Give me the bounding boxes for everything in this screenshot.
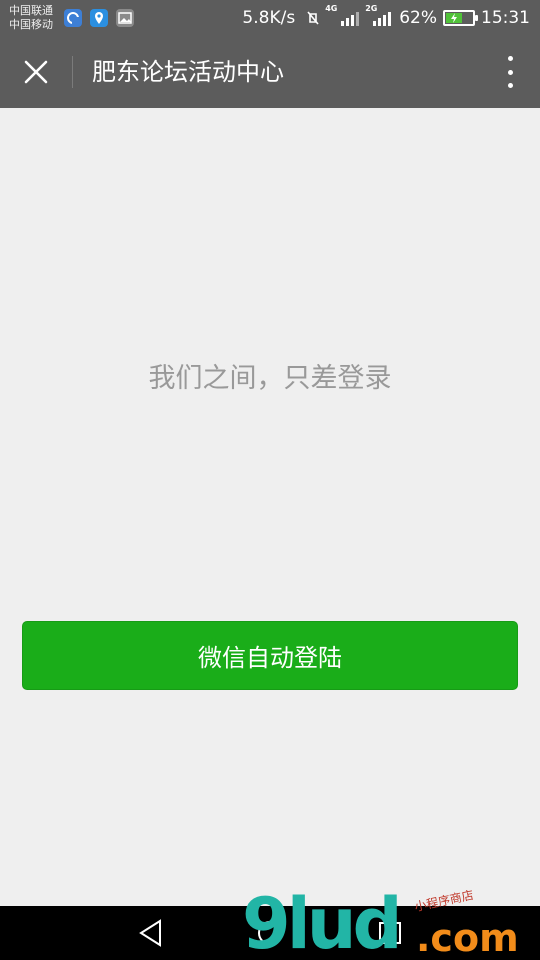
battery-icon (443, 10, 478, 26)
back-button[interactable] (136, 918, 166, 948)
battery-fill (446, 13, 463, 23)
carrier-1: 中国联通 (9, 4, 53, 17)
recent-apps-button[interactable] (375, 918, 405, 948)
status-bar: 中国联通 中国移动 5.8K/s 4G 2G 62% 15:31 (0, 0, 540, 36)
close-icon (24, 60, 48, 84)
home-icon (258, 921, 282, 945)
more-vertical-icon (507, 56, 513, 61)
vibrate-off-icon (307, 11, 319, 25)
more-options-button[interactable] (502, 54, 518, 90)
nav-divider (72, 56, 73, 88)
system-nav-bar (0, 906, 540, 960)
browser-icon (64, 9, 82, 27)
battery-percent: 62% (399, 8, 437, 28)
location-icon (90, 9, 108, 27)
home-button[interactable] (255, 918, 285, 948)
network-speed: 5.8K/s (242, 8, 296, 28)
clock: 15:31 (481, 8, 530, 28)
carrier-2: 中国移动 (9, 18, 53, 31)
wechat-login-button[interactable]: 微信自动登陆 (22, 621, 518, 690)
recent-apps-icon (379, 922, 401, 944)
signal-2g-icon: 2G (365, 4, 393, 26)
close-button[interactable] (16, 52, 56, 92)
status-right: 5.8K/s 4G 2G 62% 15:31 (242, 0, 530, 36)
signal-4g-icon: 4G (325, 4, 361, 26)
signal-4g-label: 4G (325, 4, 338, 13)
page-title: 肥东论坛活动中心 (92, 58, 284, 86)
back-icon (139, 919, 161, 947)
signal-2g-label: 2G (365, 4, 378, 13)
login-prompt: 我们之间，只差登录 (148, 363, 392, 394)
carrier-info: 中国联通 中国移动 (9, 4, 53, 32)
nav-bar: 肥东论坛活动中心 (0, 36, 540, 108)
notification-icons (64, 9, 134, 27)
gallery-icon (116, 9, 134, 27)
